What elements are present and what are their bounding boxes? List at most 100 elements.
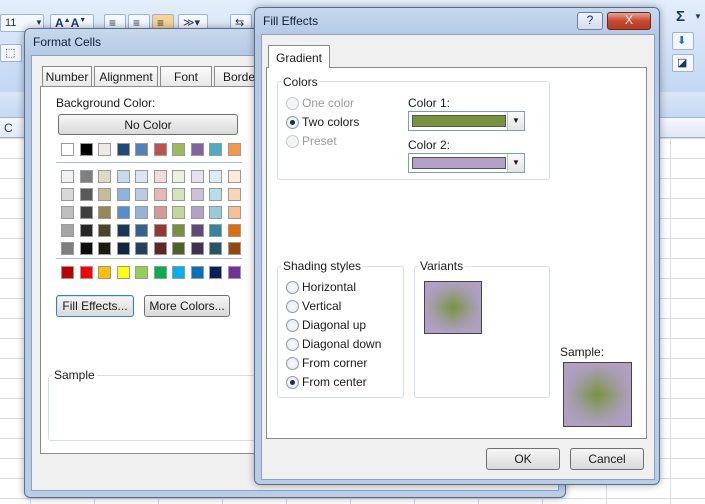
color-swatch-shade5-8[interactable] [190, 242, 204, 255]
color-swatch-shade4-4[interactable] [116, 224, 130, 237]
fill-down-button[interactable]: ⬇ [672, 32, 694, 50]
one-color-radio[interactable] [286, 97, 299, 110]
help-button[interactable]: ? [577, 12, 603, 30]
color-swatch-shade2-3[interactable] [98, 188, 111, 201]
tab-font[interactable]: Font [160, 66, 212, 86]
cancel-button[interactable]: Cancel [570, 448, 644, 470]
color-swatch-shade3-9[interactable] [209, 206, 222, 219]
close-button[interactable]: X [607, 12, 651, 30]
color-swatch-shade4-1[interactable] [61, 224, 74, 237]
color-swatch-shade1-3[interactable] [98, 170, 111, 183]
color-swatch-shade4-8[interactable] [190, 224, 204, 237]
color-swatch-theme-1[interactable] [61, 143, 74, 156]
color-swatch-shade3-5[interactable] [135, 206, 148, 219]
color2-dropdown[interactable]: ▼ [408, 153, 525, 173]
color-swatch-shade2-7[interactable] [172, 188, 185, 201]
color-swatch-theme-2[interactable] [79, 143, 93, 156]
color-swatch-shade3-4[interactable] [116, 206, 130, 219]
color-swatch-shade1-6[interactable] [153, 170, 167, 183]
no-color-button[interactable]: No Color [58, 114, 238, 135]
color-swatch-shade5-7[interactable] [172, 242, 185, 255]
shading-radio-vertical[interactable] [286, 300, 299, 313]
color-swatch-standard-4[interactable] [116, 266, 130, 279]
preset-radio[interactable] [286, 135, 299, 148]
color-swatch-shade4-7[interactable] [172, 224, 185, 237]
color-swatch-shade5-1[interactable] [61, 242, 74, 255]
color-swatch-standard-10[interactable] [227, 266, 241, 279]
column-header-c[interactable]: C [4, 121, 13, 135]
borders-button[interactable]: ⬚ [0, 44, 22, 62]
color-swatch-shade2-4[interactable] [116, 188, 130, 201]
color-swatch-shade5-5[interactable] [135, 242, 148, 255]
color-swatch-shade1-2[interactable] [79, 170, 93, 183]
color-swatch-shade4-9[interactable] [209, 224, 222, 237]
color-swatch-shade4-6[interactable] [153, 224, 167, 237]
color-swatch-shade5-9[interactable] [209, 242, 222, 255]
color-swatch-shade3-3[interactable] [98, 206, 111, 219]
tab-number[interactable]: Number [42, 66, 92, 86]
color-swatch-shade1-10[interactable] [227, 170, 241, 183]
color-swatch-shade1-8[interactable] [190, 170, 204, 183]
color-swatch-theme-5[interactable] [135, 143, 148, 156]
color-swatch-shade2-8[interactable] [190, 188, 204, 201]
color-swatch-shade1-9[interactable] [209, 170, 222, 183]
tab-alignment[interactable]: Alignment [94, 66, 158, 86]
color-swatch-shade5-2[interactable] [79, 242, 93, 255]
color-swatch-shade2-1[interactable] [61, 188, 74, 201]
shading-radio-from-corner[interactable] [286, 357, 299, 370]
ok-button[interactable]: OK [486, 448, 560, 470]
color-swatch-shade5-6[interactable] [153, 242, 167, 255]
tab-gradient[interactable]: Gradient [268, 45, 330, 68]
color-swatch-shade5-4[interactable] [116, 242, 130, 255]
color-swatch-theme-3[interactable] [98, 143, 111, 156]
color-swatch-shade3-2[interactable] [79, 206, 93, 219]
color-swatch-theme-7[interactable] [172, 143, 185, 156]
color-swatch-theme-10[interactable] [227, 143, 241, 156]
chevron-down-icon[interactable]: ▼ [507, 112, 524, 130]
color-swatch-shade2-2[interactable] [79, 188, 93, 201]
shading-radio-from-center[interactable] [286, 376, 299, 389]
color-swatch-standard-7[interactable] [172, 266, 185, 279]
color-swatch-shade1-4[interactable] [116, 170, 130, 183]
color-swatch-shade4-2[interactable] [79, 224, 93, 237]
color-swatch-shade2-6[interactable] [153, 188, 167, 201]
two-colors-radio[interactable] [286, 116, 299, 129]
color1-dropdown[interactable]: ▼ [408, 111, 525, 131]
color-swatch-standard-1[interactable] [61, 266, 74, 279]
color-swatch-shade2-10[interactable] [227, 188, 241, 201]
color-swatch-standard-8[interactable] [190, 266, 204, 279]
color-swatch-shade3-10[interactable] [227, 206, 241, 219]
clear-button[interactable]: ◪ [672, 54, 694, 72]
color-swatch-standard-3[interactable] [98, 266, 111, 279]
color-swatch-standard-5[interactable] [135, 266, 148, 279]
variant-center-selected[interactable] [424, 281, 482, 334]
color-swatch-standard-6[interactable] [153, 266, 167, 279]
color-swatch-theme-9[interactable] [209, 143, 222, 156]
chevron-down-icon[interactable]: ▼ [507, 154, 524, 172]
color-swatch-shade4-3[interactable] [98, 224, 111, 237]
color-swatch-shade4-5[interactable] [135, 224, 148, 237]
color-swatch-standard-9[interactable] [209, 266, 222, 279]
color-swatch-shade1-7[interactable] [172, 170, 185, 183]
color-swatch-shade3-6[interactable] [153, 206, 167, 219]
more-colors-button[interactable]: More Colors... [144, 295, 230, 317]
color-swatch-theme-6[interactable] [153, 143, 167, 156]
color-swatch-theme-4[interactable] [116, 143, 130, 156]
color-swatch-shade3-8[interactable] [190, 206, 204, 219]
color-swatch-standard-2[interactable] [79, 266, 93, 279]
color-swatch-shade2-5[interactable] [135, 188, 148, 201]
color-swatch-shade3-7[interactable] [172, 206, 185, 219]
color-swatch-shade1-1[interactable] [61, 170, 74, 183]
color-swatch-shade4-10[interactable] [227, 224, 241, 237]
shading-radio-diagonal-down[interactable] [286, 338, 299, 351]
shading-radio-diagonal-up[interactable] [286, 319, 299, 332]
color-swatch-shade1-5[interactable] [135, 170, 148, 183]
shading-radio-horizontal[interactable] [286, 281, 299, 294]
color-swatch-shade5-3[interactable] [98, 242, 111, 255]
sigma-icon[interactable]: Σ [676, 8, 685, 25]
color-swatch-theme-8[interactable] [190, 143, 204, 156]
color-swatch-shade2-9[interactable] [209, 188, 222, 201]
color-swatch-shade3-1[interactable] [61, 206, 74, 219]
chevron-down-icon[interactable]: ▼ [694, 12, 702, 21]
fill-effects-button[interactable]: Fill Effects... [56, 295, 134, 317]
